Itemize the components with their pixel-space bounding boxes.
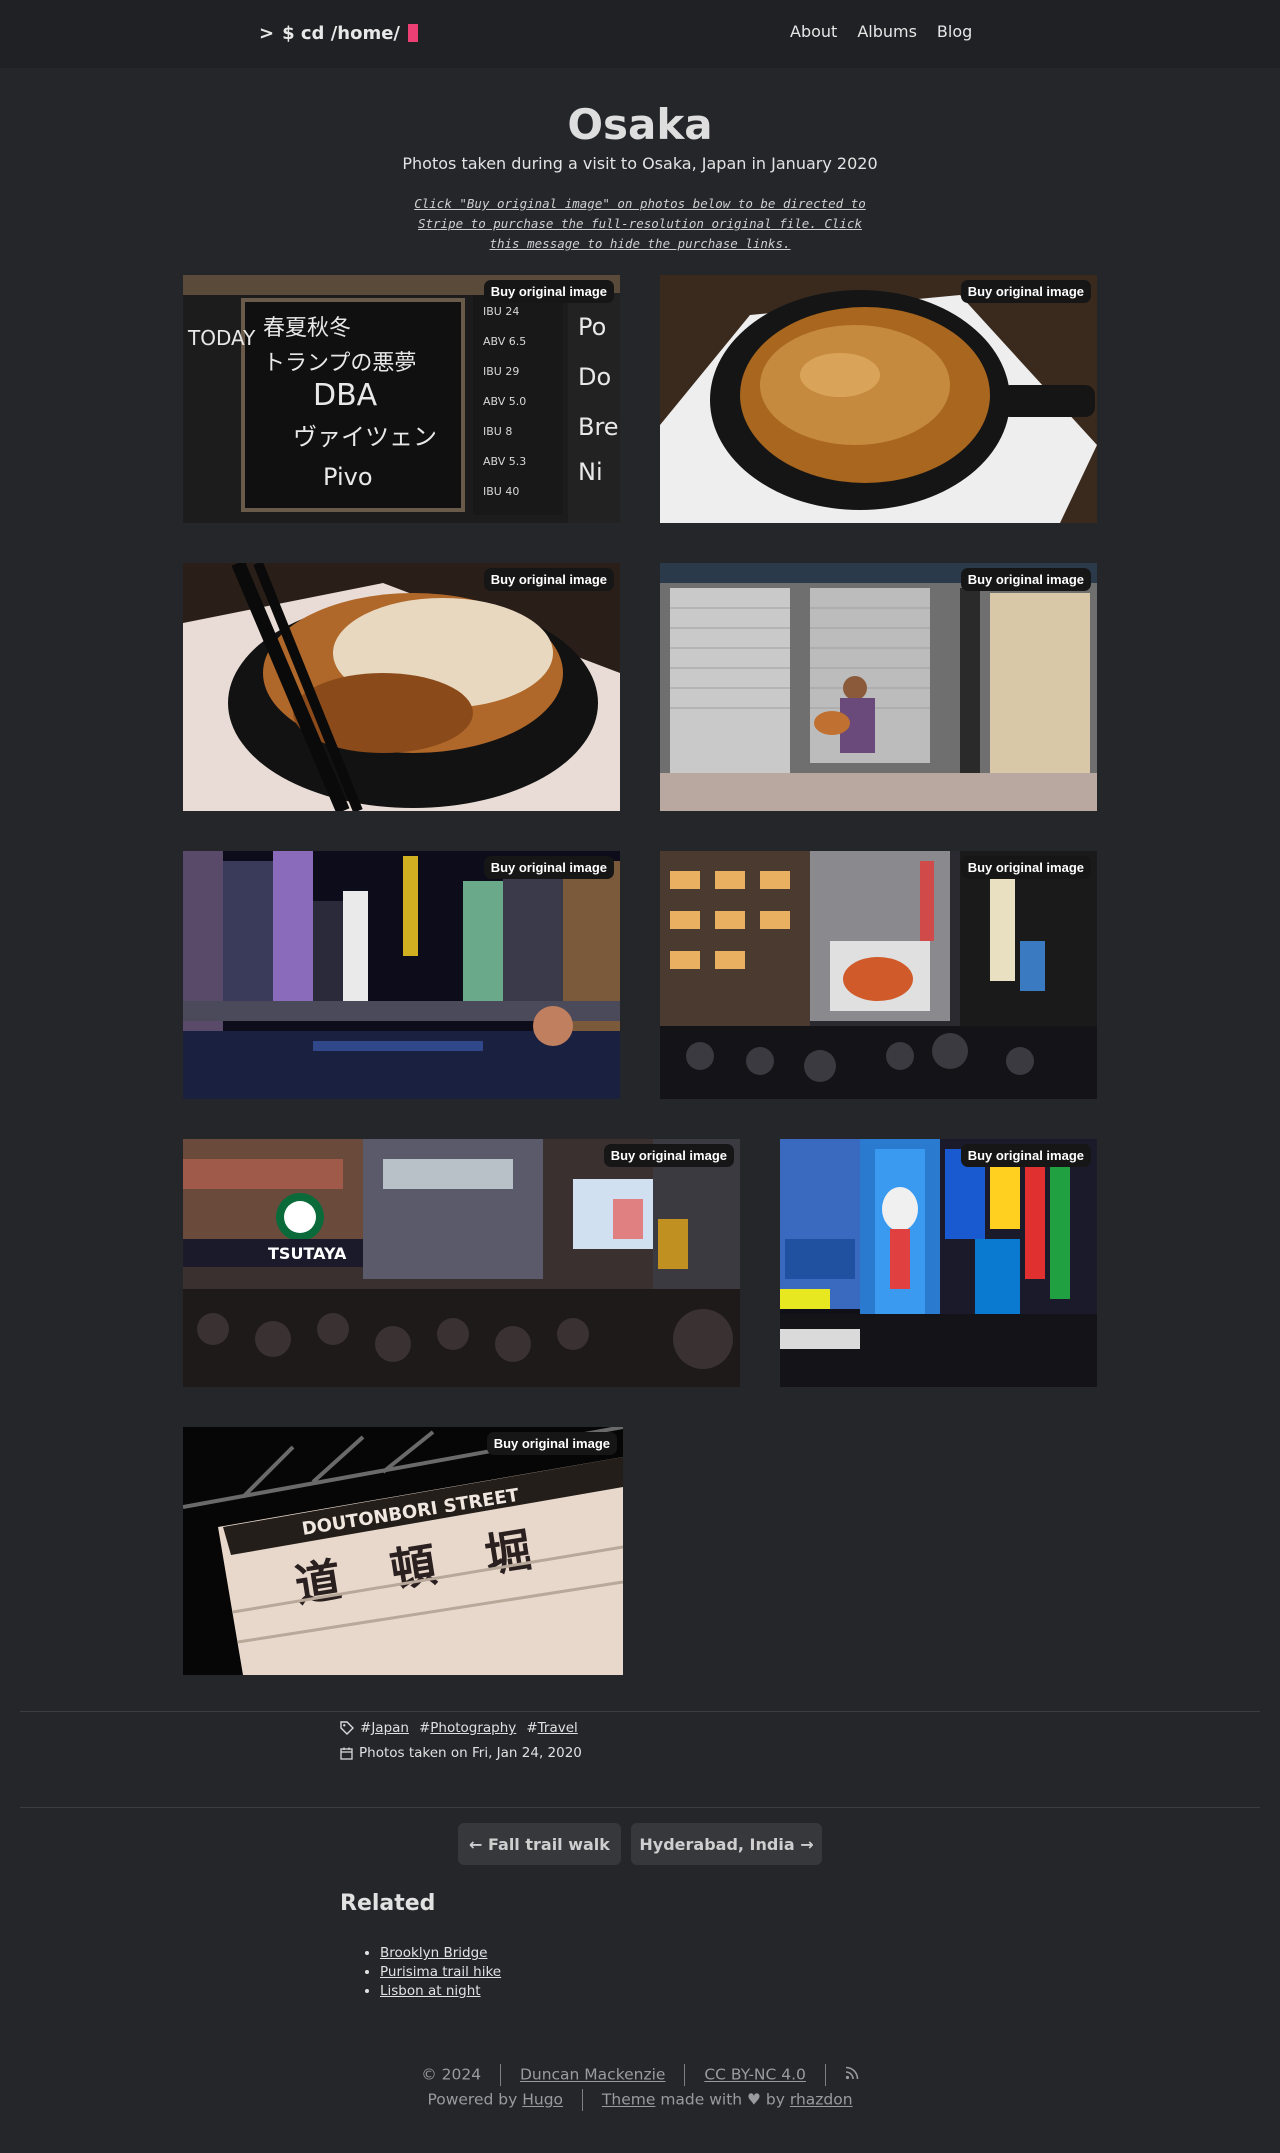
- crab-sign-image: [660, 851, 1097, 1099]
- main-nav: About Albums Blog: [790, 22, 972, 41]
- site-logo[interactable]: > $ cd /home/: [259, 20, 418, 46]
- arcade-crowd-image: TSUTAYA: [183, 1139, 740, 1387]
- nav-about[interactable]: About: [790, 22, 837, 41]
- footer-separator: [500, 2064, 502, 2086]
- theme-link[interactable]: Theme: [602, 2091, 655, 2109]
- nav-blog[interactable]: Blog: [937, 22, 972, 41]
- buy-original-image-button[interactable]: Buy original image: [483, 568, 614, 591]
- footer-powered-line: Powered by Hugo Theme made with ♥ by rha…: [0, 2089, 1280, 2111]
- buy-original-image-button[interactable]: Buy original image: [960, 1144, 1091, 1167]
- photo-shopping-arcade-crowd[interactable]: TSUTAYA Buy original image: [183, 1139, 740, 1387]
- logo-cursor-icon: [408, 24, 418, 42]
- buy-original-image-button[interactable]: Buy original image: [960, 568, 1091, 591]
- powered-by-text: Powered by: [427, 2090, 518, 2109]
- related-link-purisima-trail-hike[interactable]: Purisima trail hike: [380, 1964, 501, 1980]
- related-item: Purisima trail hike: [380, 1963, 501, 1982]
- nav-albums[interactable]: Albums: [857, 22, 917, 41]
- svg-text:Ni: Ni: [578, 458, 603, 486]
- svg-text:Pivo: Pivo: [323, 463, 373, 491]
- copyright-text: © 2024: [421, 2065, 482, 2084]
- logo-prompt: >: [259, 22, 275, 44]
- svg-text:春夏秋冬: 春夏秋冬: [263, 316, 351, 341]
- hugo-link[interactable]: Hugo: [522, 2091, 563, 2109]
- svg-text:ヴァイツェン: ヴァイツェン: [293, 423, 437, 451]
- svg-text:IBU 40: IBU 40: [483, 485, 519, 498]
- buy-original-image-button[interactable]: Buy original image: [486, 1432, 617, 1455]
- tag-travel[interactable]: Travel: [538, 1720, 578, 1736]
- svg-text:ABV 5.3: ABV 5.3: [483, 455, 526, 468]
- heart-icon: ♥: [747, 2090, 761, 2109]
- author-link[interactable]: Duncan Mackenzie: [520, 2066, 666, 2084]
- gyoza-chopsticks-image: [183, 563, 620, 811]
- street-guitarist-image: [660, 563, 1097, 811]
- album-subtitle: Photos taken during a visit to Osaka, Ja…: [402, 154, 878, 173]
- svg-text:トランプの悪夢: トランプの悪夢: [263, 351, 416, 376]
- svg-text:Bre: Bre: [578, 413, 619, 441]
- related-list: Brooklyn Bridge Purisima trail hike Lisb…: [380, 1944, 501, 2001]
- buy-original-image-button[interactable]: Buy original image: [960, 856, 1091, 879]
- photo-gyoza-chopsticks[interactable]: Buy original image: [183, 563, 620, 811]
- doutonbori-sign-image: DOUTONBORI STREET 道 頓 堀: [183, 1427, 623, 1675]
- photo-beer-menu-board[interactable]: TODAY 春夏秋冬 トランプの悪夢 DBA ヴァイツェン Pivo Po Do…: [183, 275, 620, 523]
- buy-original-image-button[interactable]: Buy original image: [960, 280, 1091, 303]
- beer-menu-image: TODAY 春夏秋冬 トランプの悪夢 DBA ヴァイツェン Pivo Po Do…: [183, 275, 620, 523]
- tag-japan[interactable]: Japan: [371, 1720, 409, 1736]
- photo-dotonbori-canal-night[interactable]: Buy original image: [183, 851, 620, 1099]
- theme-author-link[interactable]: rhazdon: [790, 2091, 853, 2109]
- photo-gyoza-skillet[interactable]: Buy original image: [660, 275, 1097, 523]
- site-header: > $ cd /home/ About Albums Blog: [0, 0, 1280, 68]
- footer-separator: [824, 2064, 826, 2086]
- svg-text:頓: 頓: [386, 1537, 440, 1598]
- related-link-lisbon-at-night[interactable]: Lisbon at night: [380, 1983, 481, 1999]
- svg-text:TODAY: TODAY: [187, 326, 256, 350]
- svg-text:堀: 堀: [481, 1522, 535, 1583]
- svg-text:IBU 24: IBU 24: [483, 305, 519, 318]
- related-title: Related: [340, 1891, 436, 1916]
- svg-text:IBU 29: IBU 29: [483, 365, 519, 378]
- canal-night-image: [183, 851, 620, 1099]
- page-title: Osaka: [567, 100, 713, 149]
- glico-sign-image: [780, 1139, 1097, 1387]
- related-link-brooklyn-bridge[interactable]: Brooklyn Bridge: [380, 1945, 487, 1961]
- svg-text:道: 道: [291, 1552, 345, 1613]
- content-divider: [20, 1711, 1260, 1712]
- photo-glico-running-man[interactable]: Buy original image: [780, 1139, 1097, 1387]
- photo-date: Photos taken on Fri, Jan 24, 2020: [340, 1745, 582, 1761]
- buy-original-image-button[interactable]: Buy original image: [483, 280, 614, 303]
- photo-date-text: Photos taken on Fri, Jan 24, 2020: [359, 1745, 582, 1761]
- pager-divider: [20, 1807, 1260, 1808]
- purchase-notice[interactable]: Click "Buy original image" on photos bel…: [410, 194, 870, 254]
- svg-text:Po: Po: [578, 313, 606, 341]
- gyoza-skillet-image: [660, 275, 1097, 523]
- next-post-button[interactable]: Hyderabad, India →: [631, 1823, 822, 1865]
- svg-text:ABV 5.0: ABV 5.0: [483, 395, 526, 408]
- svg-text:Do: Do: [578, 363, 611, 391]
- photo-doutonbori-street-sign[interactable]: DOUTONBORI STREET 道 頓 堀 Buy original ima…: [183, 1427, 623, 1675]
- svg-text:IBU 8: IBU 8: [483, 425, 512, 438]
- buy-original-image-button[interactable]: Buy original image: [483, 856, 614, 879]
- made-with-text: made with: [660, 2090, 743, 2109]
- footer-copyright-line: © 2024 Duncan Mackenzie CC BY-NC 4.0: [0, 2064, 1280, 2086]
- photo-crab-sign-street[interactable]: Buy original image: [660, 851, 1097, 1099]
- photo-street-guitarist[interactable]: Buy original image: [660, 563, 1097, 811]
- rss-icon[interactable]: [845, 2066, 859, 2084]
- tag-photography[interactable]: Photography: [430, 1720, 516, 1736]
- buy-original-image-button[interactable]: Buy original image: [603, 1144, 734, 1167]
- footer-separator: [581, 2089, 583, 2111]
- prev-post-button[interactable]: ← Fall trail walk: [458, 1823, 621, 1865]
- calendar-icon: [340, 1747, 353, 1760]
- logo-text: $ cd /home/: [282, 22, 400, 44]
- related-item: Brooklyn Bridge: [380, 1944, 501, 1963]
- tag-list: #Japan #Photography #Travel: [340, 1720, 578, 1736]
- related-item: Lisbon at night: [380, 1982, 501, 2001]
- svg-text:DBA: DBA: [313, 378, 378, 413]
- svg-text:ABV 6.5: ABV 6.5: [483, 335, 526, 348]
- svg-text:TSUTAYA: TSUTAYA: [268, 1244, 347, 1263]
- by-text: by: [765, 2090, 785, 2109]
- license-link[interactable]: CC BY-NC 4.0: [704, 2066, 806, 2084]
- tag-icon: [340, 1721, 354, 1735]
- footer-separator: [684, 2064, 686, 2086]
